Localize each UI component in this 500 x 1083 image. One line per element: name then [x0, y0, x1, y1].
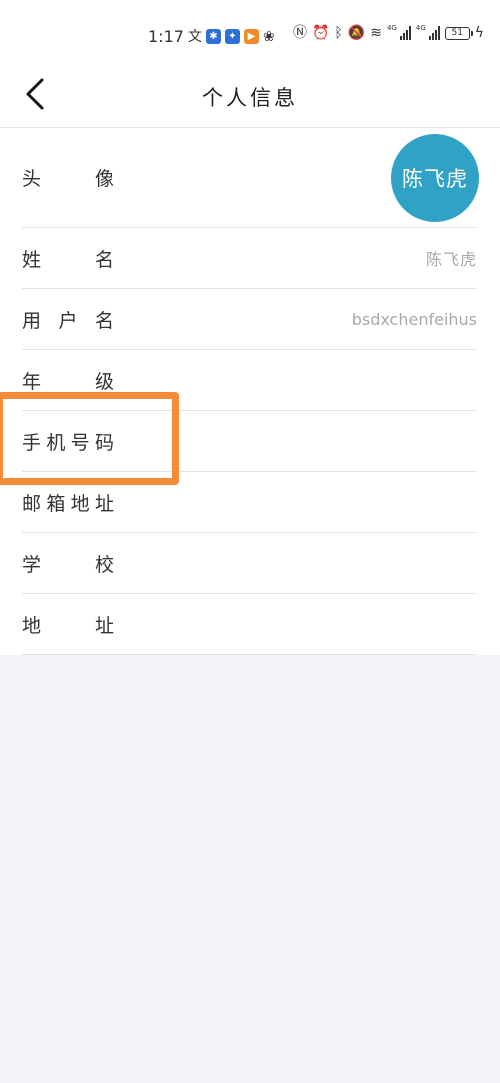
charging-icon: ϟ	[474, 25, 484, 41]
row-label: 姓 名	[22, 248, 114, 271]
status-right: Ⓝ ⏰ ᛒ 🔕 ≋ 4G 4G 51 ϟ	[292, 24, 484, 41]
avatar-row[interactable]: 头 像 陈飞虎	[22, 128, 479, 228]
signal-icon	[399, 26, 411, 40]
alarm-icon: ⏰	[311, 25, 330, 41]
name-row[interactable]: 姓 名 陈飞虎	[22, 228, 477, 289]
row-label: 邮箱地址	[22, 492, 114, 515]
username-value: bsdxchenfeihus	[351, 309, 477, 329]
row-label: 年 级	[22, 370, 114, 393]
name-value: 陈飞虎	[425, 250, 477, 269]
signal-icon	[428, 26, 440, 40]
page-title: 个人信息	[202, 86, 298, 110]
battery-level: 51	[451, 27, 463, 38]
bluetooth-icon: ᛒ	[334, 25, 343, 41]
phone-row[interactable]: 手机号码	[22, 411, 477, 472]
profile-list: 头 像 陈飞虎 姓 名 陈飞虎 用户名 bsdxchenfeihus 年 级 手…	[0, 128, 500, 655]
username-row[interactable]: 用户名 bsdxchenfeihus	[22, 289, 477, 350]
avatar[interactable]: 陈飞虎	[391, 133, 479, 222]
row-label: 头 像	[22, 168, 114, 190]
nav-bar: 个人信息	[0, 62, 500, 128]
network-type-2: 4G	[415, 24, 426, 32]
row-label: 学 校	[22, 553, 114, 576]
mute-icon: 🔕	[347, 25, 366, 41]
page-top: 1:17 文 ✱ ✦ ▶ ❀ Ⓝ ⏰ ᛒ 🔕 ≋ 4G 4G 51 ϟ 个人信息	[0, 0, 500, 655]
row-label: 地 址	[22, 614, 114, 637]
status-time: 1:17	[148, 27, 184, 46]
battery-icon: 51	[444, 26, 473, 40]
nfc-icon: Ⓝ	[292, 25, 307, 41]
avatar-text: 陈飞虎	[402, 166, 468, 191]
wifi-icon: ≋	[370, 25, 382, 41]
grade-row[interactable]: 年 级	[22, 350, 477, 411]
star-app-icon: ✦	[224, 29, 240, 44]
email-row[interactable]: 邮箱地址	[22, 472, 477, 533]
network-type-1: 4G	[386, 24, 397, 32]
translate-icon: 文	[187, 28, 202, 45]
paw-icon: ❀	[262, 28, 275, 45]
row-label: 用户名	[22, 309, 114, 332]
address-row[interactable]: 地 址	[22, 594, 477, 655]
status-left: 1:17 文 ✱ ✦ ▶ ❀	[148, 27, 275, 46]
school-row[interactable]: 学 校	[22, 533, 477, 594]
status-bar: 1:17 文 ✱ ✦ ▶ ❀ Ⓝ ⏰ ᛒ 🔕 ≋ 4G 4G 51 ϟ	[0, 0, 500, 62]
row-label: 手机号码	[22, 431, 114, 454]
message-icon: ✱	[205, 29, 221, 44]
play-app-icon: ▶	[243, 29, 259, 44]
